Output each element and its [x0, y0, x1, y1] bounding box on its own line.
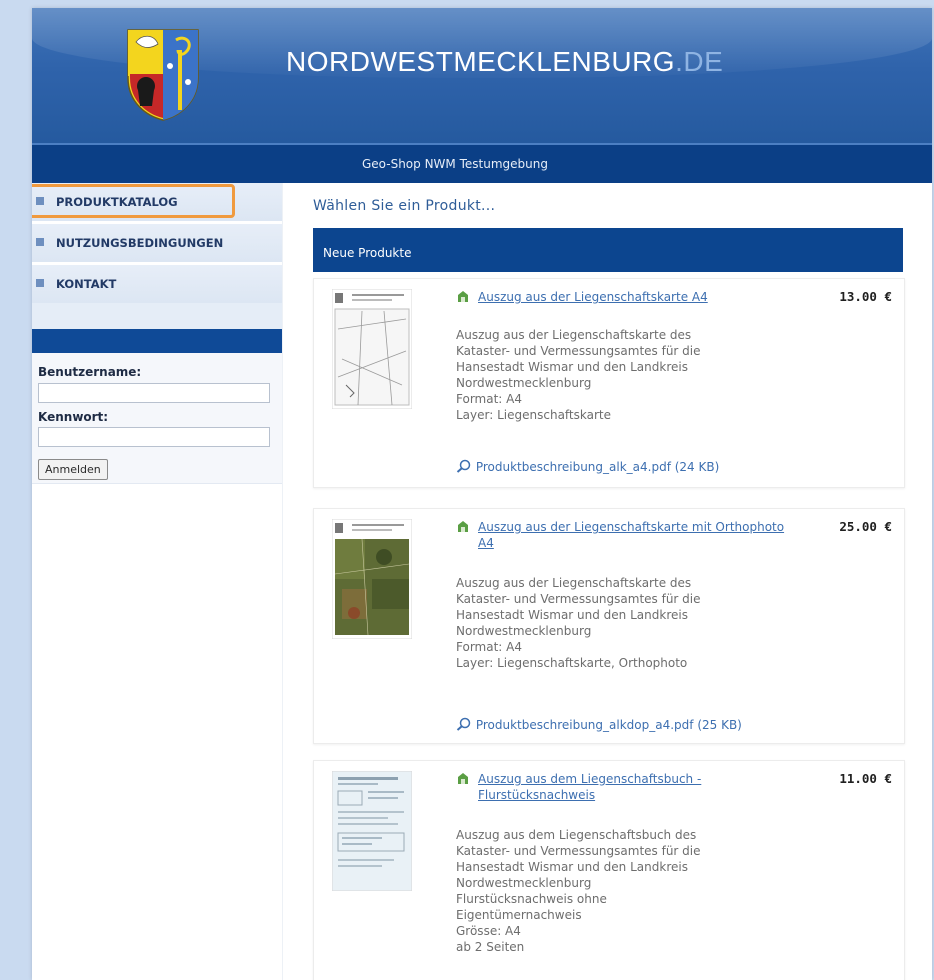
product-thumbnail[interactable]: [332, 289, 412, 409]
site-title[interactable]: NORDWESTMECKLENBURG.DE: [286, 46, 723, 78]
site-tld: .DE: [675, 46, 724, 77]
product-price: 11.00 €: [839, 771, 892, 786]
pdf-link[interactable]: Produktbeschreibung_alkdop_a4.pdf (25 KB…: [456, 717, 742, 732]
login-header: [32, 329, 282, 353]
nav-item-kontakt[interactable]: KONTAKT: [32, 265, 282, 304]
login-form: Benutzername: Kennwort: Anmelden: [32, 353, 282, 484]
username-label: Benutzername:: [38, 365, 142, 379]
page-heading: Wählen Sie ein Produkt...: [313, 198, 496, 214]
subtitle-bar: Geo-Shop NWM Testumgebung: [32, 143, 932, 183]
header-banner: NORDWESTMECKLENBURG.DE: [32, 8, 932, 143]
coat-of-arms-icon: [127, 29, 199, 121]
password-label: Kennwort:: [38, 410, 109, 424]
pdf-link[interactable]: Produktbeschreibung_alk_a4.pdf (24 KB): [456, 459, 719, 474]
username-input[interactable]: [38, 383, 270, 403]
pdf-link-label: Produktbeschreibung_alk_a4.pdf (24 KB): [475, 460, 720, 474]
product-icon: [458, 773, 468, 784]
nav-bullet-icon: [36, 197, 44, 205]
product-card: Auszug aus der Liegenschaftskarte A4 13.…: [313, 278, 905, 488]
product-price: 13.00 €: [839, 289, 892, 304]
nav-item-nutzungsbedingungen[interactable]: NUTZUNGSBEDINGUNGEN: [32, 224, 282, 263]
section-header: Neue Produkte: [313, 228, 903, 272]
product-thumbnail[interactable]: [332, 771, 412, 891]
product-title: Auszug aus der Liegenschaftskarte A4: [456, 289, 796, 305]
product-link[interactable]: Auszug aus dem Liegenschaftsbuch - Flurs…: [478, 771, 796, 803]
product-link[interactable]: Auszug aus der Liegenschaftskarte A4: [478, 289, 796, 305]
product-card: Auszug aus der Liegenschaftskarte mit Or…: [313, 508, 905, 744]
nav-label: NUTZUNGSBEDINGUNGEN: [56, 236, 224, 250]
section-title: Neue Produkte: [323, 246, 412, 260]
product-description: Auszug aus dem Liegenschaftsbuch des Kat…: [456, 828, 701, 954]
product-thumbnail[interactable]: [332, 519, 412, 639]
login-button[interactable]: Anmelden: [38, 459, 108, 480]
magnifier-icon: [456, 717, 471, 731]
page: NORDWESTMECKLENBURG.DE Geo-Shop NWM Test…: [32, 8, 932, 980]
product-description: Auszug aus der Liegenschaftskarte des Ka…: [456, 328, 701, 422]
product-card: Auszug aus dem Liegenschaftsbuch - Flurs…: [313, 760, 905, 980]
product-title: Auszug aus dem Liegenschaftsbuch - Flurs…: [456, 771, 796, 803]
product-title: Auszug aus der Liegenschaftskarte mit Or…: [456, 519, 796, 551]
nav-bullet-icon: [36, 279, 44, 287]
shop-subtitle: Geo-Shop NWM Testumgebung: [362, 157, 548, 171]
product-link[interactable]: Auszug aus der Liegenschaftskarte mit Or…: [478, 519, 796, 551]
password-input[interactable]: [38, 427, 270, 447]
product-icon: [458, 521, 468, 532]
magnifier-icon: [456, 459, 471, 473]
product-icon: [458, 291, 468, 302]
product-description: Auszug aus der Liegenschaftskarte des Ka…: [456, 576, 701, 670]
nav-label: PRODUKTKATALOG: [56, 195, 178, 209]
nav-bullet-icon: [36, 238, 44, 246]
nav-item-produktkatalog[interactable]: PRODUKTKATALOG: [32, 183, 282, 222]
sidebar: PRODUKTKATALOG NUTZUNGSBEDINGUNGEN KONTA…: [32, 183, 282, 484]
product-price: 25.00 €: [839, 519, 892, 534]
pdf-link-label: Produktbeschreibung_alkdop_a4.pdf (25 KB…: [475, 718, 742, 732]
nav-label: KONTAKT: [56, 277, 117, 291]
